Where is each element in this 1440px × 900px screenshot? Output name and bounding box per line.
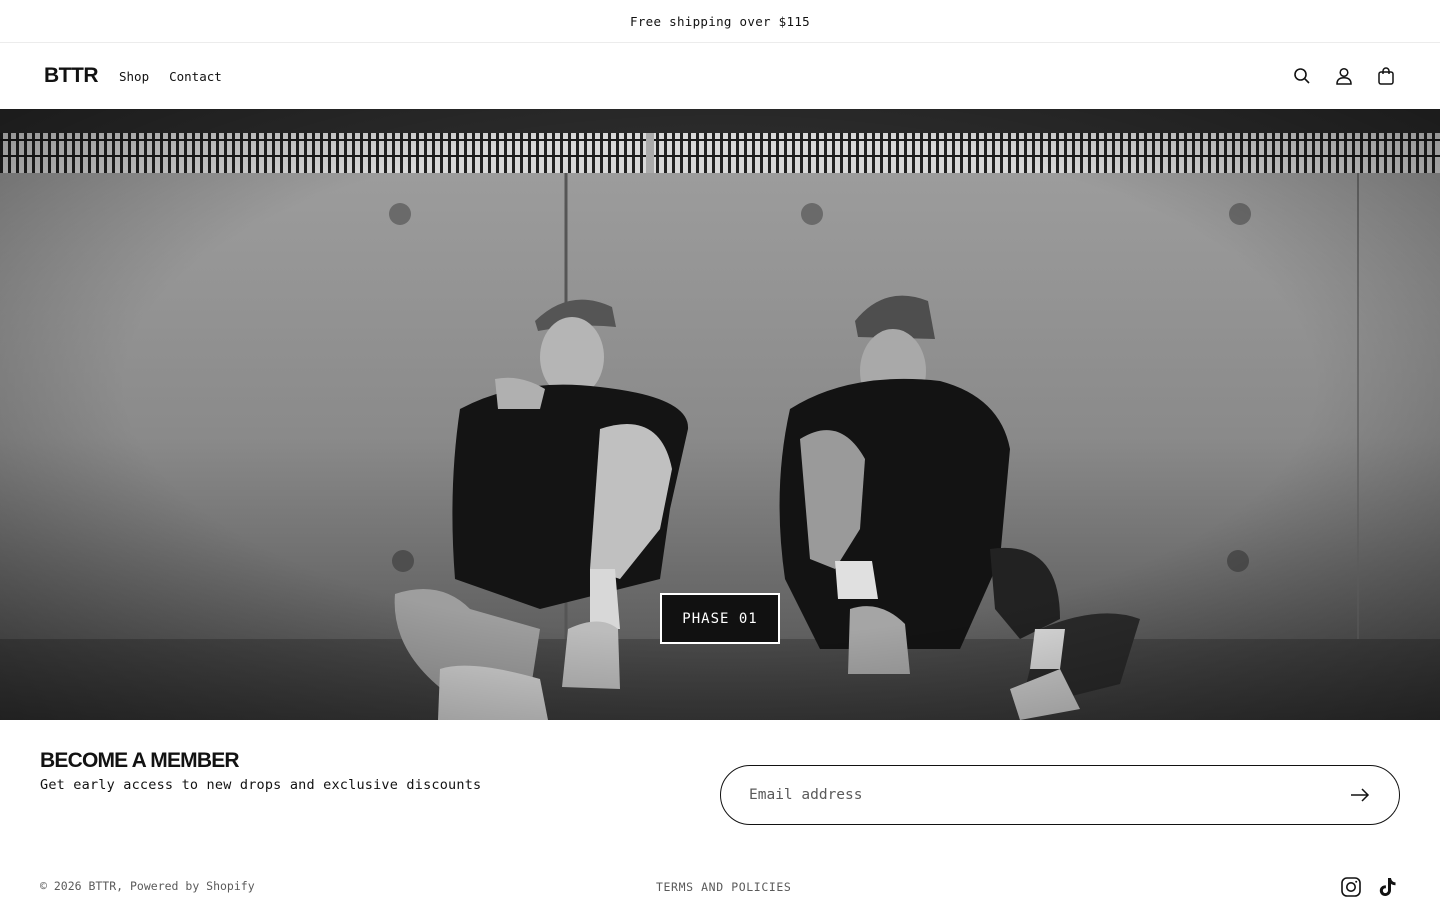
announcement-text: Free shipping over $115 (630, 13, 810, 29)
tiktok-icon[interactable] (1376, 876, 1398, 898)
social-links (1340, 876, 1398, 898)
hero-banner: PHASE 01 (0, 109, 1440, 720)
footer-copyright: © 2026 BTTR, Powered by Shopify (40, 879, 255, 893)
terms-link[interactable]: TERMS AND POLICIES (656, 880, 791, 894)
newsletter-form (720, 765, 1400, 825)
newsletter-subtitle: Get early access to new drops and exclus… (40, 777, 482, 793)
nav-link-contact[interactable]: Contact (169, 69, 222, 84)
instagram-icon[interactable] (1340, 876, 1362, 898)
announcement-bar: Free shipping over $115 (0, 0, 1440, 43)
account-icon[interactable] (1334, 66, 1354, 86)
email-input[interactable] (749, 787, 1349, 803)
cart-icon[interactable] (1376, 66, 1396, 86)
arrow-right-icon (1351, 788, 1370, 802)
main-nav: Shop Contact (119, 69, 222, 84)
site-header: BTTR Shop Contact (0, 43, 1440, 109)
search-icon[interactable] (1292, 66, 1312, 86)
logo[interactable]: BTTR (44, 64, 99, 88)
nav-link-shop[interactable]: Shop (119, 69, 149, 84)
newsletter-title: BECOME A MEMBER (40, 749, 240, 772)
header-icons (1292, 66, 1396, 86)
hero-cta-button[interactable]: PHASE 01 (660, 593, 780, 644)
newsletter-submit-button[interactable] (1349, 784, 1371, 806)
